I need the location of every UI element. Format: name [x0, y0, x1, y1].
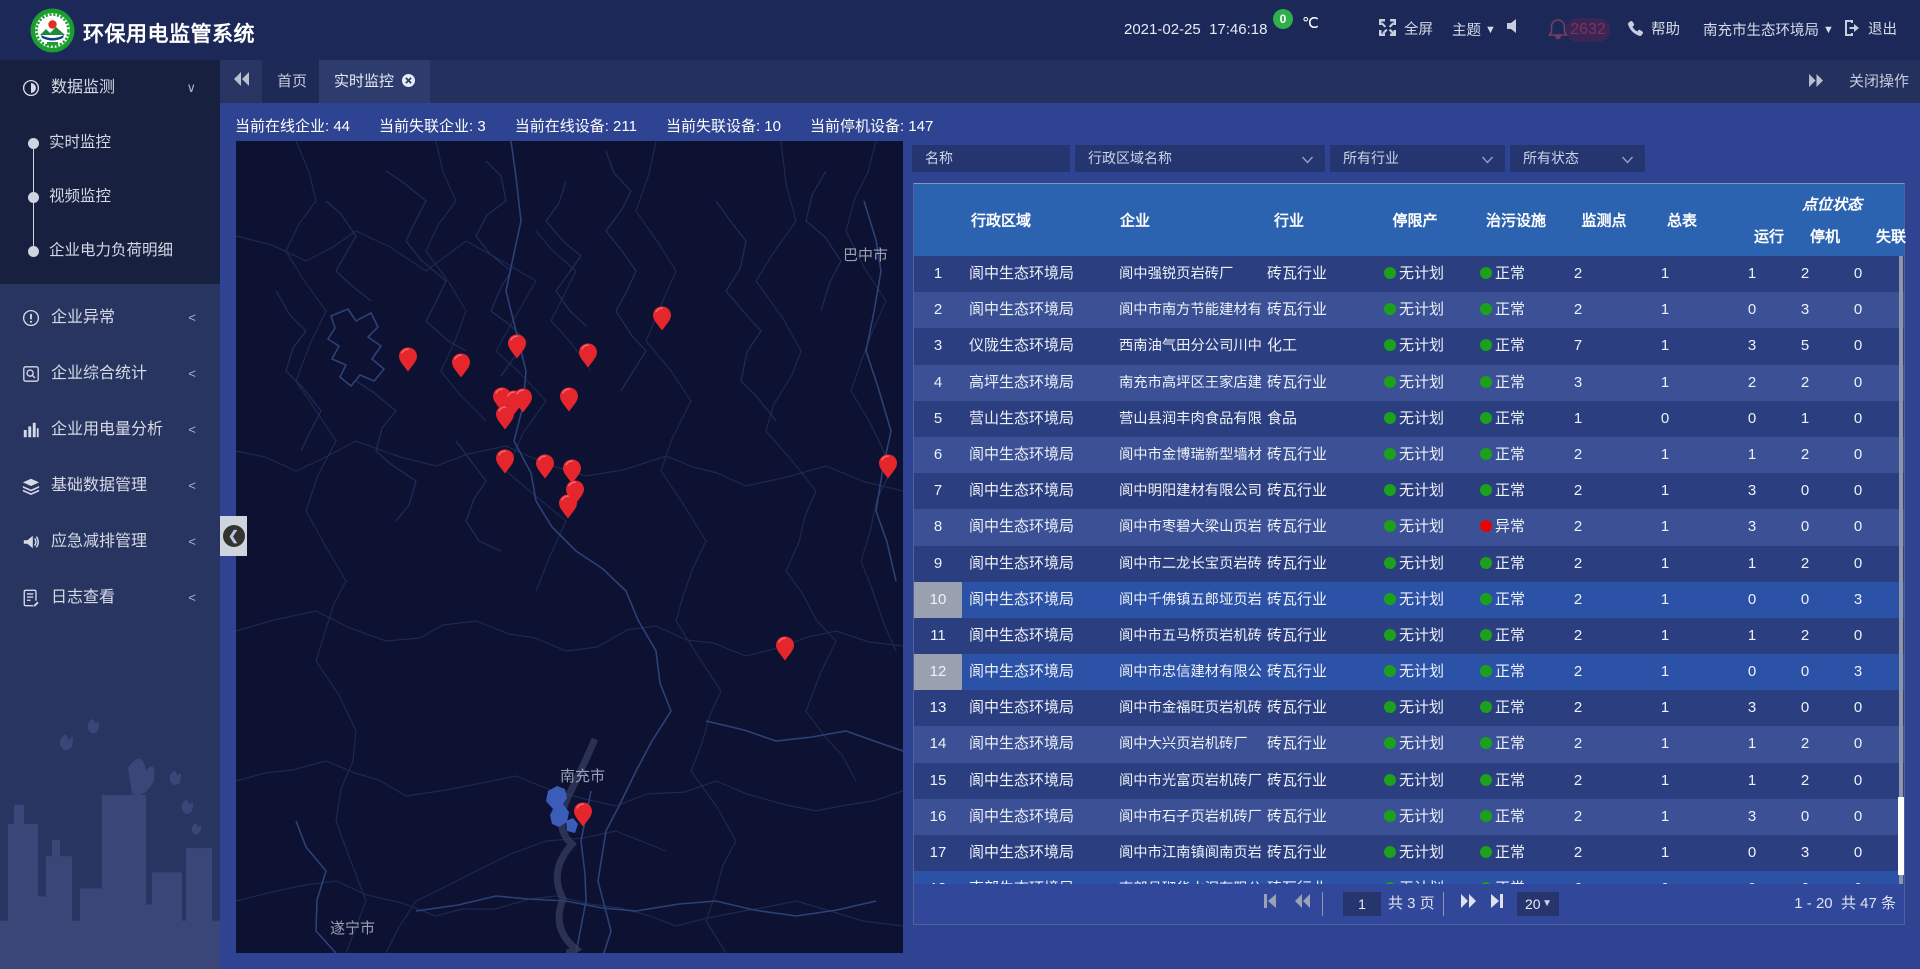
svg-text:遂宁市: 遂宁市	[330, 920, 375, 937]
svg-text:南充市: 南充市	[560, 768, 605, 785]
svg-text:巴中市: 巴中市	[843, 247, 888, 264]
